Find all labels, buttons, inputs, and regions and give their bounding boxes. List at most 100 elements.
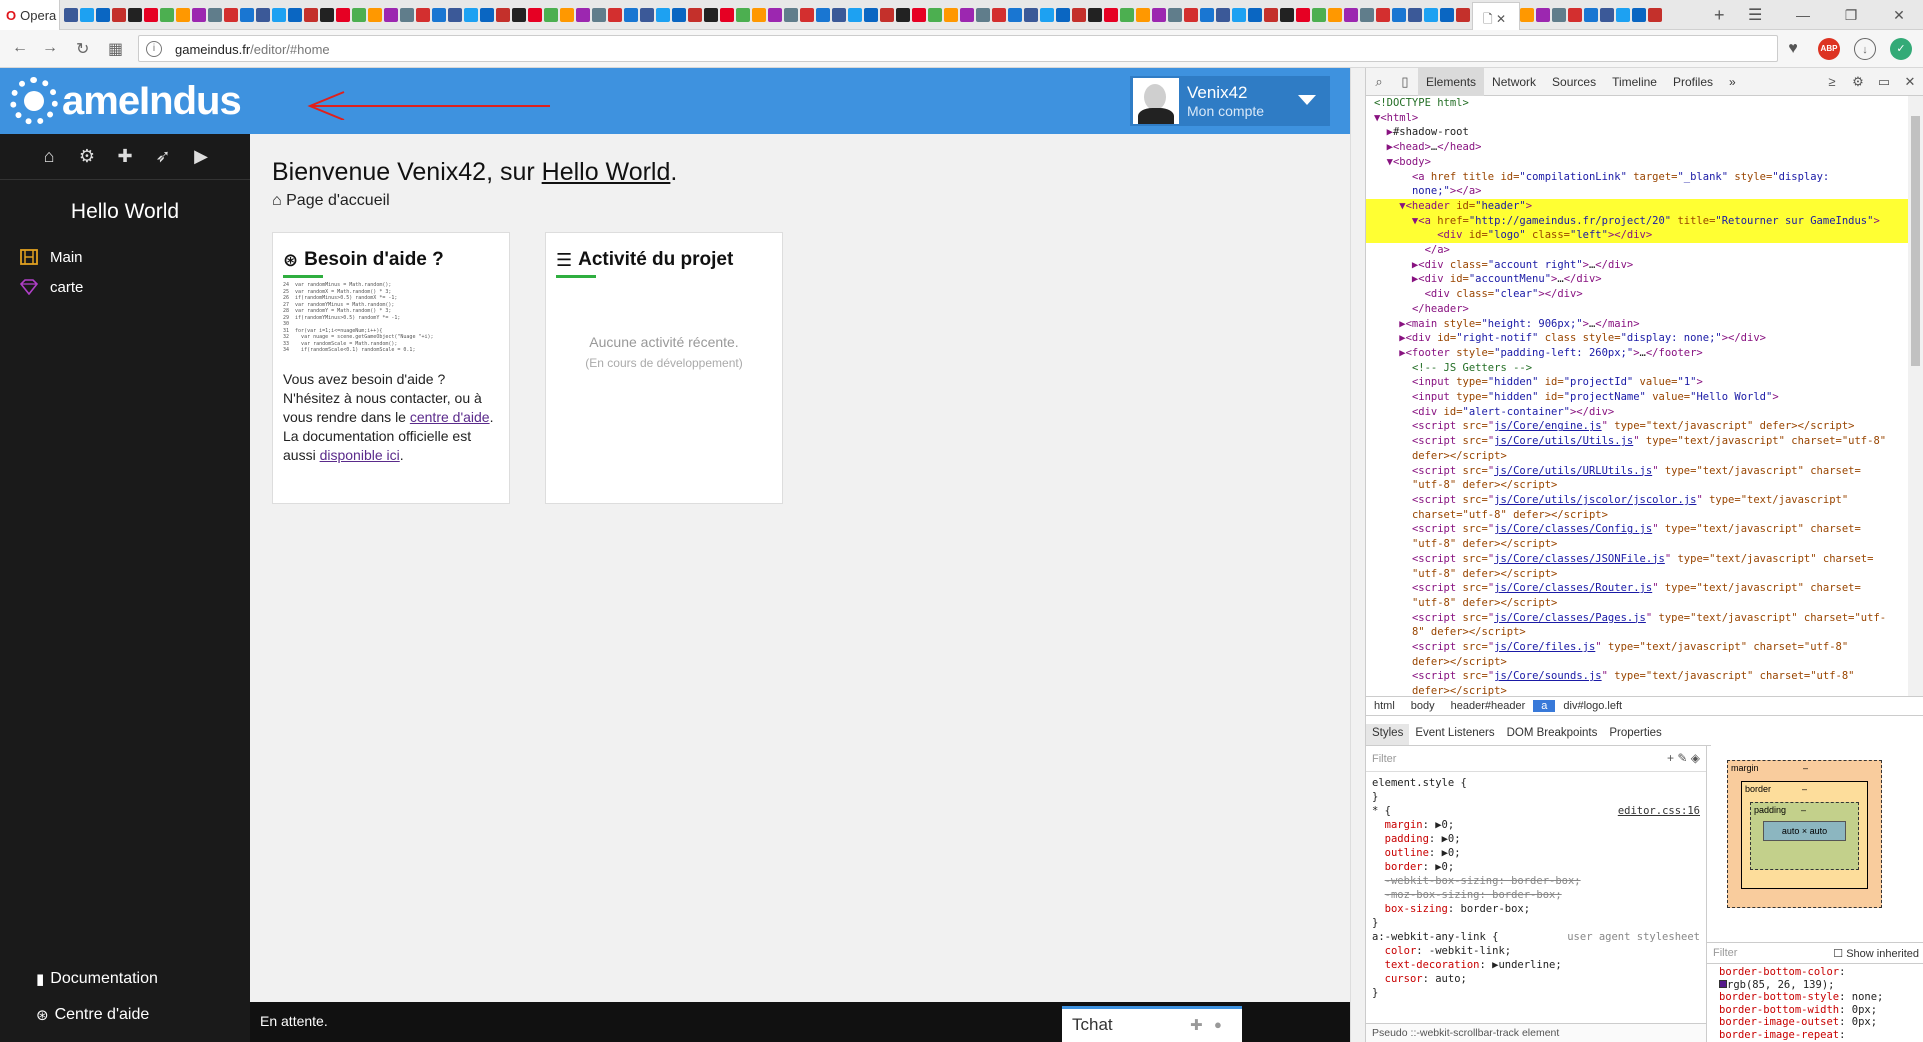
tab-favicon-icon[interactable]: [1040, 8, 1054, 22]
tab-properties[interactable]: Properties: [1603, 724, 1667, 745]
tab-favicon-icon[interactable]: [1584, 8, 1598, 22]
documentation-link[interactable]: ▮ Documentation: [36, 970, 158, 988]
tab-favicon-icon[interactable]: [592, 8, 606, 22]
tab-favicon-icon[interactable]: [1552, 8, 1566, 22]
tab-favicon-icon[interactable]: [416, 8, 430, 22]
tab-favicon-icon[interactable]: [864, 8, 878, 22]
tab-favicon-icon[interactable]: [352, 8, 366, 22]
style-rule-line[interactable]: cursor: auto;: [1366, 972, 1706, 986]
tab-favicon-icon[interactable]: [1168, 8, 1182, 22]
tab-favicon-icon[interactable]: [208, 8, 222, 22]
tab-favicon-icon[interactable]: [960, 8, 974, 22]
tab-favicon-icon[interactable]: [480, 8, 494, 22]
computed-filter-input[interactable]: Filter ☐ Show inherited: [1707, 942, 1923, 964]
tab-favicon-icon[interactable]: [1280, 8, 1294, 22]
style-rule-line[interactable]: outline: ▶0;: [1366, 846, 1706, 860]
page-scrollbar[interactable]: [1350, 68, 1365, 1042]
tab-favicon-icon[interactable]: [1344, 8, 1358, 22]
tab-favicon-icon[interactable]: [976, 8, 990, 22]
tab-favicon-icon[interactable]: [384, 8, 398, 22]
crumb-header[interactable]: header#header: [1443, 700, 1534, 712]
tab-favicon-icon[interactable]: [320, 8, 334, 22]
dom-node-line[interactable]: "utf-8" defer></script>: [1366, 567, 1908, 582]
active-tab[interactable]: 🗋 ✕: [1472, 2, 1520, 30]
dom-node-line[interactable]: <!DOCTYPE html>: [1366, 96, 1908, 111]
tab-favicon-icon[interactable]: [1008, 8, 1022, 22]
tab-favicon-icon[interactable]: [896, 8, 910, 22]
style-rule-line[interactable]: box-sizing: border-box;: [1366, 902, 1706, 916]
tab-favicon-icon[interactable]: [448, 8, 462, 22]
style-rule-line[interactable]: * {editor.css:16: [1366, 804, 1706, 818]
dom-node-line[interactable]: <div class="clear"></div>: [1366, 287, 1908, 302]
tab-favicon-icon[interactable]: [704, 8, 718, 22]
crumb-div-logo[interactable]: div#logo.left: [1555, 700, 1630, 712]
tab-elements[interactable]: Elements: [1418, 67, 1485, 96]
tab-favicon-icon[interactable]: [464, 8, 478, 22]
tab-favicon-icon[interactable]: [1120, 8, 1134, 22]
dom-node-line[interactable]: none;"></a>: [1366, 184, 1908, 199]
tab-favicon-icon[interactable]: [768, 8, 782, 22]
style-rule-line[interactable]: -moz-box-sizing: border-box;: [1366, 888, 1706, 902]
tab-favicon-icon[interactable]: [672, 8, 686, 22]
dom-node-line[interactable]: <script src="js/Core/utils/URLUtils.js" …: [1366, 464, 1908, 479]
tab-favicon-icon[interactable]: [1312, 8, 1326, 22]
tab-favicon-icon[interactable]: [752, 8, 766, 22]
crumb-body[interactable]: body: [1403, 700, 1443, 712]
dom-node-line[interactable]: <script src="js/Core/classes/Config.js" …: [1366, 522, 1908, 537]
style-rule-line[interactable]: margin: ▶0;: [1366, 818, 1706, 832]
tab-favicon-icon[interactable]: [1104, 8, 1118, 22]
dom-node-line[interactable]: <script src="js/Core/files.js" type="tex…: [1366, 640, 1908, 655]
dom-node-line[interactable]: </header>: [1366, 302, 1908, 317]
dom-node-line[interactable]: <script src="js/Core/engine.js" type="te…: [1366, 419, 1908, 434]
tab-favicon-icon[interactable]: [1248, 8, 1262, 22]
tab-favicon-icon[interactable]: [400, 8, 414, 22]
tab-favicon-icon[interactable]: [496, 8, 510, 22]
tab-favicon-icon[interactable]: [1072, 8, 1086, 22]
tab-favicon-icon[interactable]: [1200, 8, 1214, 22]
tab-favicon-icon[interactable]: [688, 8, 702, 22]
tab-strip[interactable]: [64, 4, 1704, 26]
tab-favicon-icon[interactable]: [816, 8, 830, 22]
url-input[interactable]: gameindus.fr/editor/#home: [138, 35, 1778, 62]
crumb-html[interactable]: html: [1366, 700, 1403, 712]
more-tabs-icon[interactable]: »: [1721, 68, 1744, 96]
tab-favicon-icon[interactable]: [432, 8, 446, 22]
tab-network[interactable]: Network: [1484, 68, 1544, 96]
tab-sources[interactable]: Sources: [1544, 68, 1604, 96]
tab-favicon-icon[interactable]: [368, 8, 382, 22]
tab-favicon-icon[interactable]: [64, 8, 78, 22]
dom-node-line[interactable]: <a href title id="compilationLink" targe…: [1366, 170, 1908, 185]
dom-node-line[interactable]: <script src="js/Core/utils/jscolor/jscol…: [1366, 493, 1908, 508]
pin-icon[interactable]: ✎: [1677, 751, 1687, 765]
dom-node-line[interactable]: "utf-8" defer></script>: [1366, 537, 1908, 552]
tab-favicon-icon[interactable]: [736, 8, 750, 22]
new-rule-icon[interactable]: +: [1667, 751, 1674, 765]
tab-favicon-icon[interactable]: [576, 8, 590, 22]
tab-favicon-icon[interactable]: [1376, 8, 1390, 22]
tab-favicon-icon[interactable]: [848, 8, 862, 22]
dom-node-line[interactable]: <input type="hidden" id="projectName" va…: [1366, 390, 1908, 405]
account-menu[interactable]: Venix42 Mon compte: [1130, 76, 1330, 126]
show-inherited-checkbox[interactable]: ☐ Show inherited: [1833, 947, 1919, 960]
tab-favicon-icon[interactable]: [1328, 8, 1342, 22]
toggle-state-icon[interactable]: ◈: [1691, 751, 1700, 765]
dom-node-line[interactable]: "utf-8" defer></script>: [1366, 478, 1908, 493]
tab-favicon-icon[interactable]: [272, 8, 286, 22]
tab-favicon-icon[interactable]: [560, 8, 574, 22]
dom-node-line[interactable]: </a>: [1366, 243, 1908, 258]
close-window-icon[interactable]: ✕: [1875, 0, 1923, 30]
rocket-icon[interactable]: ➶: [148, 146, 178, 167]
style-rules[interactable]: element.style {} * {editor.css:16 margin:…: [1366, 772, 1706, 1000]
dom-node-line[interactable]: ▼<a href="http://gameindus.fr/project/20…: [1366, 213, 1908, 229]
chat-panel[interactable]: Tchat ✚ ●: [1062, 1006, 1242, 1042]
tab-favicon-icon[interactable]: [1136, 8, 1150, 22]
site-info-icon[interactable]: i: [146, 41, 162, 57]
maximize-icon[interactable]: ❐: [1827, 0, 1875, 30]
tab-favicon-icon[interactable]: [1216, 8, 1230, 22]
styles-filter-input[interactable]: Filter + ✎ ◈: [1366, 746, 1706, 772]
heart-icon[interactable]: ♥: [1782, 38, 1804, 60]
dom-node-line[interactable]: ▶<div id="accountMenu">…</div>: [1366, 272, 1908, 287]
dom-node-line[interactable]: ▼<html>: [1366, 111, 1908, 126]
dom-node-line[interactable]: defer></script>: [1366, 684, 1908, 696]
tab-favicon-icon[interactable]: [240, 8, 254, 22]
